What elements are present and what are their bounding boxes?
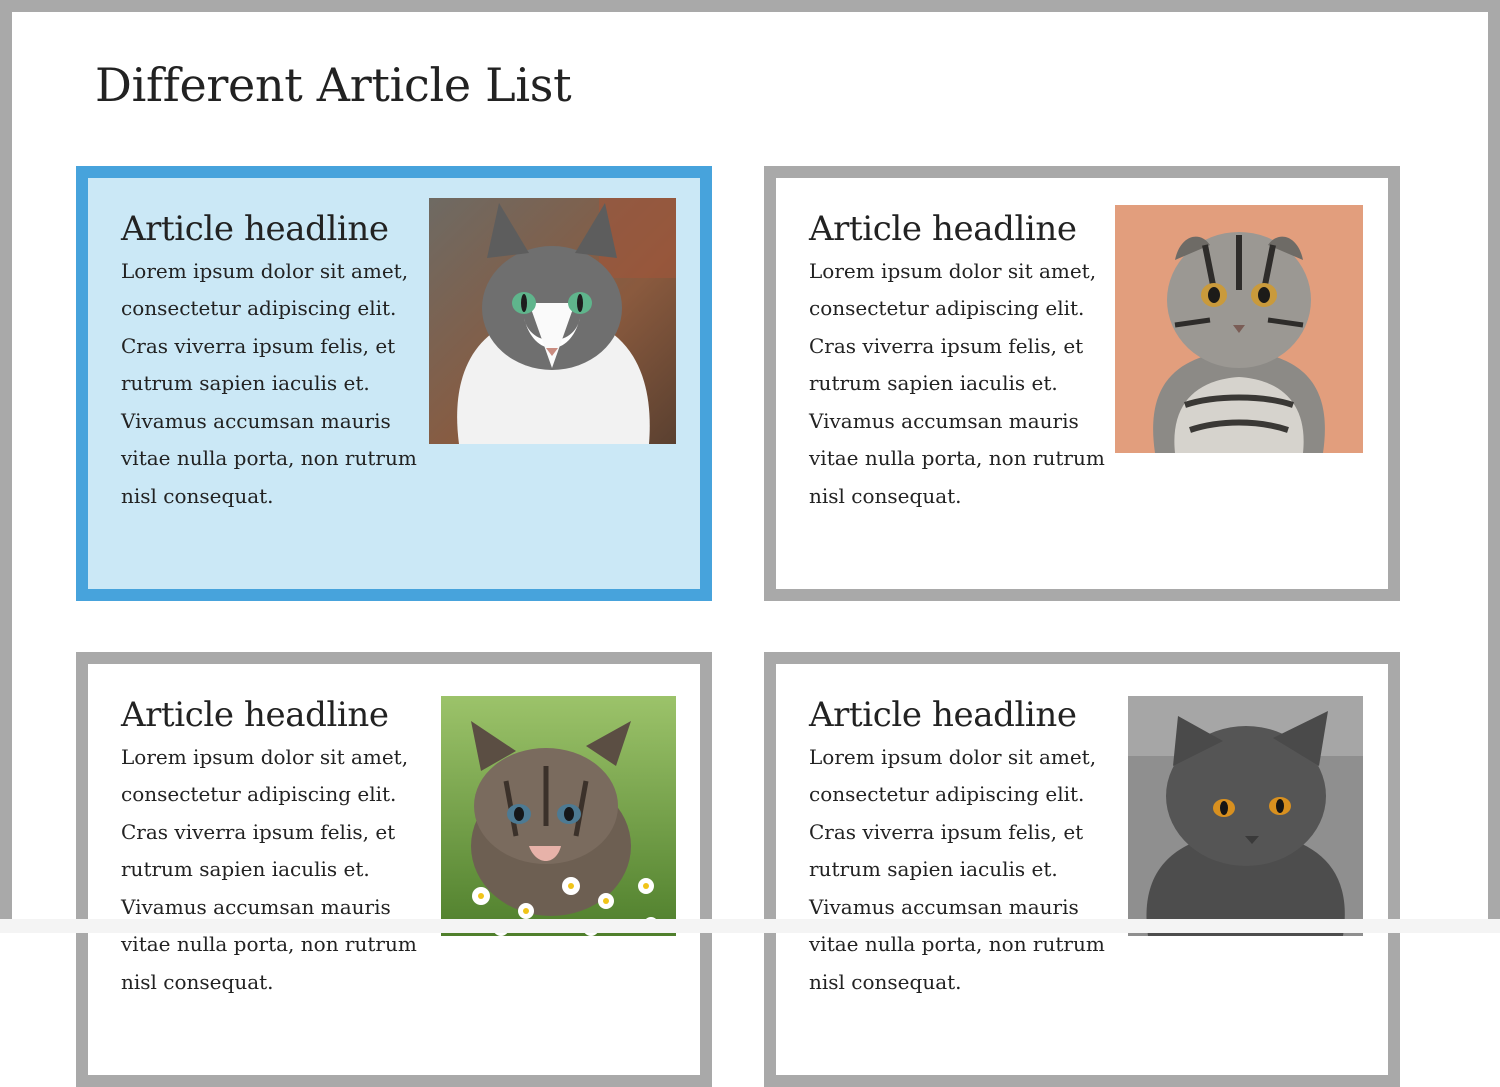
kitten-photo-flowers (441, 696, 676, 936)
article-headline[interactable]: Article headline (809, 694, 1109, 737)
article-card-1[interactable]: Article headline Lorem ipsum dolor sit a… (76, 166, 712, 601)
article-headline[interactable]: Article headline (809, 208, 1109, 251)
cat-photo-tabby-white (429, 198, 676, 444)
article-headline[interactable]: Article headline (121, 694, 421, 737)
article-card-text: Article headline Lorem ipsum dolor sit a… (121, 694, 421, 1001)
bottom-scroll-edge (0, 919, 1500, 933)
article-card-text: Article headline Lorem ipsum dolor sit a… (809, 208, 1109, 515)
page-title: Different Article List (95, 58, 572, 112)
article-card-3[interactable]: Article headline Lorem ipsum dolor sit a… (76, 652, 712, 1087)
article-card-4[interactable]: Article headline Lorem ipsum dolor sit a… (764, 652, 1400, 1087)
cat-photo-grey-british (1128, 696, 1363, 936)
article-body: Lorem ipsum dolor sit amet, consectetur … (809, 258, 1105, 508)
article-body: Lorem ipsum dolor sit amet, consectetur … (121, 258, 417, 508)
article-card-text: Article headline Lorem ipsum dolor sit a… (121, 208, 421, 515)
article-body: Lorem ipsum dolor sit amet, consectetur … (121, 744, 417, 994)
article-card-2[interactable]: Article headline Lorem ipsum dolor sit a… (764, 166, 1400, 601)
cat-photo-scottish-fold (1115, 205, 1363, 453)
article-body: Lorem ipsum dolor sit amet, consectetur … (809, 744, 1105, 994)
article-headline[interactable]: Article headline (121, 208, 421, 251)
article-card-text: Article headline Lorem ipsum dolor sit a… (809, 694, 1109, 1001)
